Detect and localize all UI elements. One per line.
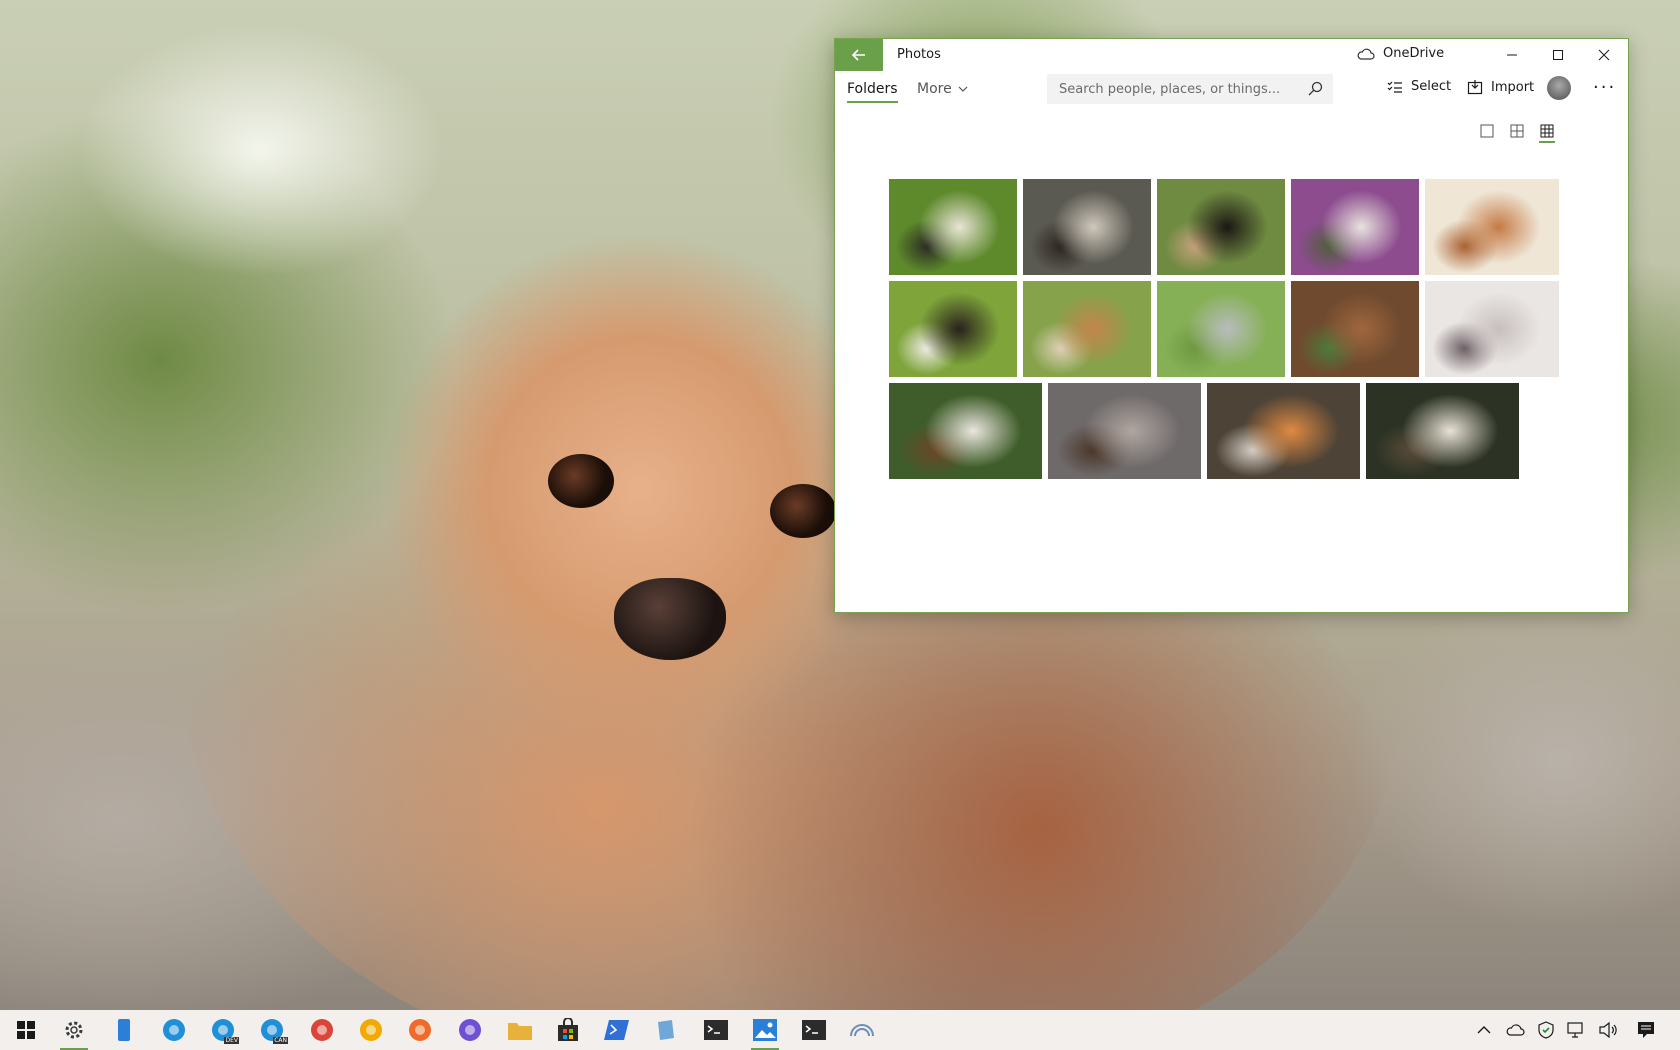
import-label: Import xyxy=(1491,79,1535,95)
select-button[interactable]: Select xyxy=(1387,79,1451,94)
user-avatar[interactable] xyxy=(1547,76,1571,100)
terminal-icon[interactable] xyxy=(696,1010,736,1050)
arrow-left-icon xyxy=(851,49,865,61)
photo-thumbnail[interactable] xyxy=(889,179,1017,275)
edge-channel-badge: DEV xyxy=(224,1037,239,1044)
photo-thumbnail[interactable] xyxy=(1291,281,1419,377)
close-icon xyxy=(1598,49,1610,61)
minimize-button[interactable] xyxy=(1489,39,1535,71)
phone-icon[interactable] xyxy=(104,1010,144,1050)
edge-dev-icon[interactable]: DEV xyxy=(203,1010,243,1050)
chevron-up-icon[interactable] xyxy=(1470,1010,1498,1050)
chrome-icon[interactable] xyxy=(302,1010,342,1050)
photo-thumbnail[interactable] xyxy=(889,281,1017,377)
onedrive-cloud-icon[interactable] xyxy=(1501,1010,1529,1050)
photo-thumbnail[interactable] xyxy=(1291,179,1419,275)
nine-square-icon[interactable] xyxy=(1539,123,1555,143)
import-icon xyxy=(1467,80,1483,95)
single-square-icon[interactable] xyxy=(1479,123,1495,139)
store-icon[interactable] xyxy=(548,1010,588,1050)
settings-gear-icon[interactable] xyxy=(54,1010,94,1050)
app-title: Photos xyxy=(897,47,941,62)
wallpaper-dog-eye xyxy=(548,454,614,508)
edge-canary-icon[interactable]: CAN xyxy=(252,1010,292,1050)
photo-thumbnail[interactable] xyxy=(889,383,1042,479)
powershell-icon[interactable] xyxy=(597,1010,637,1050)
onedrive-status[interactable]: OneDrive xyxy=(1357,46,1444,61)
firefox-icon[interactable] xyxy=(400,1010,440,1050)
photo-thumbnail[interactable] xyxy=(1048,383,1201,479)
command-prompt-icon[interactable] xyxy=(794,1010,834,1050)
firefox-nightly-icon[interactable] xyxy=(450,1010,490,1050)
wallpaper-dog-eye xyxy=(770,484,836,538)
photos-window: Photos OneDrive Folders More Search peop… xyxy=(834,38,1629,613)
photo-thumbnail[interactable] xyxy=(1425,179,1559,275)
minimize-icon xyxy=(1507,54,1517,56)
cloud-icon xyxy=(1357,48,1375,60)
file-explorer-icon[interactable] xyxy=(500,1010,540,1050)
gallery-row xyxy=(889,179,1561,275)
notification-icon[interactable] xyxy=(1632,1010,1660,1050)
search-box xyxy=(1047,74,1333,104)
network-icon[interactable] xyxy=(1563,1010,1591,1050)
photo-thumbnail[interactable] xyxy=(1023,179,1151,275)
view-size-toggles xyxy=(1479,123,1555,143)
remote-desktop-icon[interactable] xyxy=(842,1010,882,1050)
search-input[interactable] xyxy=(1057,80,1307,98)
gallery-row xyxy=(889,281,1561,377)
toolbar: Folders More Select Import xyxy=(835,71,1628,121)
maximize-icon xyxy=(1553,50,1563,60)
title-bar: Photos OneDrive xyxy=(835,39,1628,71)
search-icon[interactable] xyxy=(1307,81,1323,97)
chevron-down-icon xyxy=(958,86,968,92)
photo-gallery xyxy=(889,179,1561,485)
wallpaper-dog-nose xyxy=(614,578,726,660)
close-button[interactable] xyxy=(1581,39,1627,71)
photo-thumbnail[interactable] xyxy=(1157,179,1285,275)
select-label: Select xyxy=(1411,79,1452,94)
photo-thumbnail[interactable] xyxy=(1425,281,1559,377)
photo-thumbnail[interactable] xyxy=(1366,383,1519,479)
photo-thumbnail[interactable] xyxy=(1023,281,1151,377)
maximize-button[interactable] xyxy=(1535,39,1581,71)
taskbar: DEV CAN xyxy=(0,1010,1680,1050)
chrome-canary-icon[interactable] xyxy=(351,1010,391,1050)
back-button[interactable] xyxy=(835,39,883,71)
four-square-icon[interactable] xyxy=(1509,123,1525,139)
import-button[interactable]: Import xyxy=(1467,79,1534,95)
tab-more-label: More xyxy=(917,81,952,97)
windows-start-icon[interactable] xyxy=(6,1010,46,1050)
photos-icon[interactable] xyxy=(745,1010,785,1050)
tab-more[interactable]: More xyxy=(917,81,968,97)
volume-icon[interactable] xyxy=(1595,1010,1623,1050)
more-options-icon[interactable]: ··· xyxy=(1593,77,1616,98)
edge-icon[interactable] xyxy=(154,1010,194,1050)
edge-channel-badge: CAN xyxy=(273,1037,288,1044)
tab-folders[interactable]: Folders xyxy=(847,81,898,103)
multi-select-icon xyxy=(1387,81,1402,93)
gallery-row xyxy=(889,383,1561,479)
photo-thumbnail[interactable] xyxy=(1157,281,1285,377)
notepad-icon[interactable] xyxy=(646,1010,686,1050)
security-shield-icon[interactable] xyxy=(1532,1010,1560,1050)
onedrive-label: OneDrive xyxy=(1383,46,1445,61)
photo-thumbnail[interactable] xyxy=(1207,383,1360,479)
